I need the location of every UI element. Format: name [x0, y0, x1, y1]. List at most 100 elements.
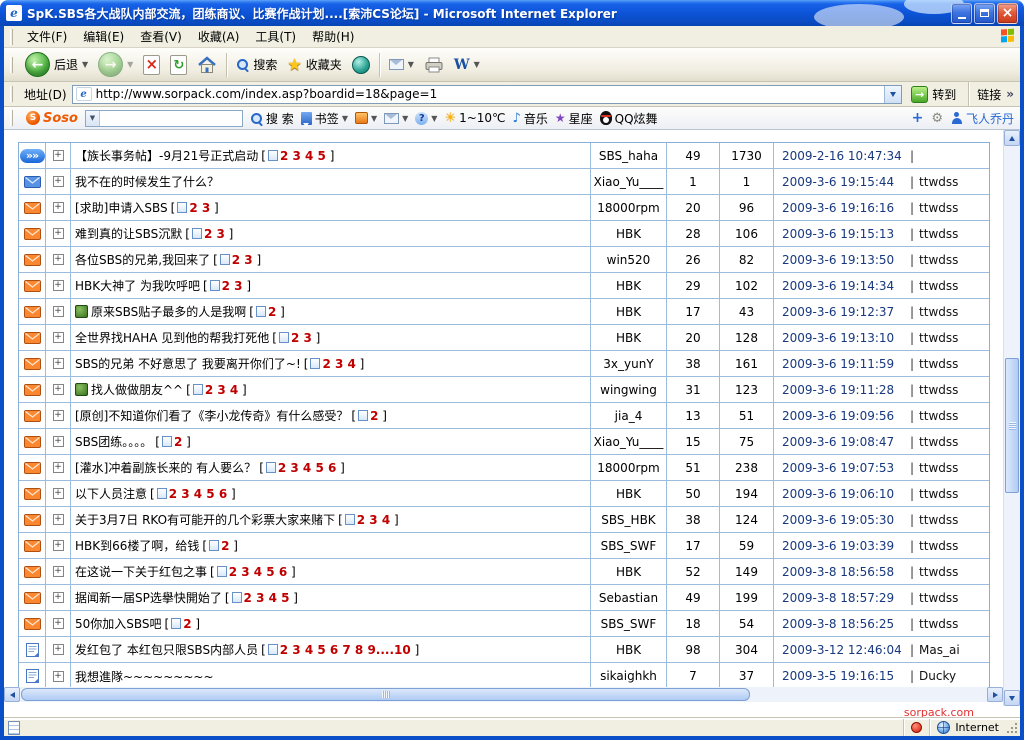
expand-icon[interactable]: [53, 202, 64, 213]
thread-title-link[interactable]: [求助]申请入SBS: [75, 199, 168, 216]
thread-title-link[interactable]: [原创]不知道你们看了《李小龙传奇》有什么感受？: [75, 407, 348, 424]
thread-author[interactable]: SBS_haha: [591, 143, 667, 168]
menu-item-view[interactable]: 查看(V): [132, 26, 190, 47]
back-dropdown-icon[interactable]: ▼: [82, 60, 88, 69]
thread-row[interactable]: 原来SBS贴子最多的人是我啊 [2 ] HBK 17 43 2009-3-6 1…: [19, 299, 989, 325]
thread-row[interactable]: HBK到66楼了啊，给钱 [2 ] SBS_SWF 17 59 2009-3-6…: [19, 533, 989, 559]
thread-pages[interactable]: [2 ]: [351, 409, 387, 423]
menu-item-help[interactable]: 帮助(H): [304, 26, 362, 47]
minimize-button[interactable]: [951, 3, 972, 24]
expand-icon[interactable]: [53, 618, 64, 629]
thread-title-link[interactable]: 我不在的时候发生了什么？: [75, 173, 219, 190]
thread-pages[interactable]: [2 3 4 5 ]: [261, 149, 334, 163]
expand-icon[interactable]: [53, 358, 64, 369]
expand-icon[interactable]: [53, 436, 64, 447]
site-name-text[interactable]: sorpack.com: [904, 707, 974, 718]
forward-dropdown-icon[interactable]: ▼: [127, 60, 133, 69]
expand-icon[interactable]: [53, 410, 64, 421]
page-icon[interactable]: [171, 618, 181, 629]
thread-title-link[interactable]: [灌水]冲着副族长来的 有人要么？: [75, 459, 256, 476]
soso-music-button[interactable]: 音乐: [513, 110, 548, 127]
expand-icon[interactable]: [53, 540, 64, 551]
expand-icon[interactable]: [53, 254, 64, 265]
thread-title-link[interactable]: 关于3月7日 RKO有可能开的几个彩票大家来赌下: [75, 511, 335, 528]
thread-last-poster[interactable]: ttwdss: [919, 357, 958, 371]
thread-row[interactable]: [原创]不知道你们看了《李小龙传奇》有什么感受？ [2 ] jia_4 13 5…: [19, 403, 989, 429]
soso-search-button[interactable]: 搜 索: [250, 110, 294, 127]
home-button[interactable]: [193, 54, 221, 76]
thread-author[interactable]: HBK: [591, 273, 667, 298]
thread-row[interactable]: 【族长事务帖】-9月21号正式启动 [2 3 4 5 ] SBS_haha 49…: [19, 143, 989, 169]
scroll-right-button[interactable]: [987, 687, 1003, 702]
thread-last-poster[interactable]: ttwdss: [919, 591, 958, 605]
page-icon[interactable]: [345, 514, 355, 525]
title-bar[interactable]: e SpK.SBS各大战队内部交流，团练商议、比赛作战计划....[索沛CS论坛…: [0, 0, 1024, 26]
print-button[interactable]: [420, 55, 448, 75]
thread-row[interactable]: 我不在的时候发生了什么？ Xiao_Yu____ 1 1 2009-3-6 19…: [19, 169, 989, 195]
page-icon[interactable]: [162, 436, 172, 447]
thread-title-link[interactable]: 难到真的让SBS沉默: [75, 225, 182, 242]
page-icon[interactable]: [358, 410, 368, 421]
thread-author[interactable]: 18000rpm: [591, 195, 667, 220]
page-icon[interactable]: [217, 566, 227, 577]
forward-button[interactable]: ▼: [94, 50, 137, 79]
thread-pages[interactable]: [2 3 ]: [185, 227, 233, 241]
page-icon[interactable]: [210, 280, 220, 291]
thread-last-poster[interactable]: ttwdss: [919, 617, 958, 631]
thread-pages[interactable]: [2 ]: [155, 435, 191, 449]
thread-pages[interactable]: [2 3 4 ]: [186, 383, 247, 397]
history-button[interactable]: [348, 54, 374, 76]
expand-icon[interactable]: [53, 150, 64, 161]
mail-dropdown-icon[interactable]: ▼: [408, 60, 414, 69]
scroll-down-button[interactable]: [1004, 690, 1020, 706]
resize-grip[interactable]: [1006, 719, 1020, 736]
thread-title-link[interactable]: 在这说一下关于红包之事: [75, 563, 207, 580]
thread-row[interactable]: 以下人员注意 [2 3 4 5 6 ] HBK 50 194 2009-3-6 …: [19, 481, 989, 507]
vertical-scroll-thumb[interactable]: [1005, 358, 1019, 493]
refresh-button[interactable]: [166, 53, 191, 77]
soso-mail-button[interactable]: ▼: [384, 113, 408, 124]
menu-item-tools[interactable]: 工具(T): [247, 26, 304, 47]
thread-last-poster[interactable]: ttwdss: [919, 487, 958, 501]
soso-search-dropdown[interactable]: ▼: [86, 111, 100, 126]
vertical-scroll-track[interactable]: [1004, 146, 1020, 690]
thread-row[interactable]: 难到真的让SBS沉默 [2 3 ] HBK 28 106 2009-3-6 19…: [19, 221, 989, 247]
thread-author[interactable]: wingwing: [591, 377, 667, 402]
vertical-scrollbar[interactable]: [1003, 130, 1020, 706]
thread-last-poster[interactable]: ttwdss: [919, 513, 958, 527]
add-icon[interactable]: [912, 110, 924, 126]
thread-title-link[interactable]: 找人做做朋友^^: [91, 381, 183, 398]
thread-author[interactable]: HBK: [591, 481, 667, 506]
page-icon[interactable]: [232, 592, 242, 603]
thread-row[interactable]: 发红包了 本红包只限SBS内部人员 [2 3 4 5 6 7 8 9....10…: [19, 637, 989, 663]
toolbar-grip[interactable]: [10, 110, 13, 126]
page-icon[interactable]: [266, 462, 276, 473]
soso-search-input[interactable]: [100, 112, 242, 125]
thread-author[interactable]: HBK: [591, 299, 667, 324]
stop-button[interactable]: [139, 53, 164, 77]
expand-icon[interactable]: [53, 671, 64, 682]
thread-pages[interactable]: [2 3 4 5 6 ]: [259, 461, 345, 475]
page-icon[interactable]: [209, 540, 219, 551]
menu-item-favorites[interactable]: 收藏(A): [190, 26, 248, 47]
thread-last-poster[interactable]: ttwdss: [919, 175, 958, 189]
toolbar-grip[interactable]: [10, 86, 13, 102]
thread-row[interactable]: [灌水]冲着副族长来的 有人要么？ [2 3 4 5 6 ] 18000rpm …: [19, 455, 989, 481]
menu-item-file[interactable]: 文件(F): [19, 26, 75, 47]
thread-last-poster[interactable]: ttwdss: [919, 227, 958, 241]
thread-row[interactable]: [求助]申请入SBS [2 3 ] 18000rpm 20 96 2009-3-…: [19, 195, 989, 221]
thread-pages[interactable]: [2 3 ]: [272, 331, 320, 345]
thread-title-link[interactable]: SBS的兄弟 不好意思了 我要离开你们了~!: [75, 355, 301, 372]
search-button[interactable]: 搜索: [232, 54, 281, 75]
expand-icon[interactable]: [53, 462, 64, 473]
thread-pages[interactable]: [2 3 4 5 6 ]: [150, 487, 236, 501]
expand-icon[interactable]: [53, 228, 64, 239]
page-icon[interactable]: [279, 332, 289, 343]
gear-icon[interactable]: [931, 111, 943, 126]
thread-last-poster[interactable]: ttwdss: [919, 201, 958, 215]
scroll-up-button[interactable]: [1004, 130, 1020, 146]
thread-last-poster[interactable]: ttwdss: [919, 383, 958, 397]
expand-icon[interactable]: [53, 644, 64, 655]
horizontal-scroll-thumb[interactable]: [21, 688, 750, 701]
address-dropdown-button[interactable]: [884, 86, 901, 103]
